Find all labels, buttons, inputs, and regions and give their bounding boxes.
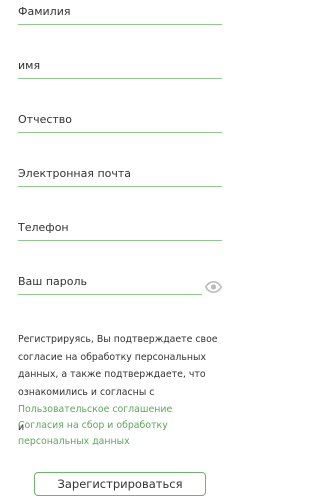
consent-statement: Регистрируясь, Вы подтверждаете свое сог… bbox=[18, 334, 218, 398]
phone-input[interactable] bbox=[18, 216, 222, 238]
patronymic-field[interactable] bbox=[18, 108, 222, 133]
user-agreement-link[interactable]: Пользовательское соглашение bbox=[18, 404, 172, 415]
surname-field[interactable] bbox=[18, 0, 222, 25]
register-button[interactable]: Зарегистрироваться bbox=[34, 472, 206, 496]
first-name-input[interactable] bbox=[18, 54, 222, 76]
password-input[interactable] bbox=[18, 270, 202, 292]
patronymic-input[interactable] bbox=[18, 108, 222, 130]
surname-input[interactable] bbox=[18, 0, 222, 22]
data-processing-consent: Согласия на сбор и обработку персональны… bbox=[18, 418, 226, 450]
data-processing-link[interactable]: Согласия на сбор и обработку персональны… bbox=[18, 420, 168, 447]
email-input[interactable] bbox=[18, 162, 222, 184]
email-field[interactable] bbox=[18, 162, 222, 187]
eye-icon[interactable] bbox=[204, 278, 223, 294]
phone-field[interactable] bbox=[18, 216, 222, 241]
password-field[interactable] bbox=[18, 270, 202, 295]
first-name-field[interactable] bbox=[18, 54, 222, 79]
